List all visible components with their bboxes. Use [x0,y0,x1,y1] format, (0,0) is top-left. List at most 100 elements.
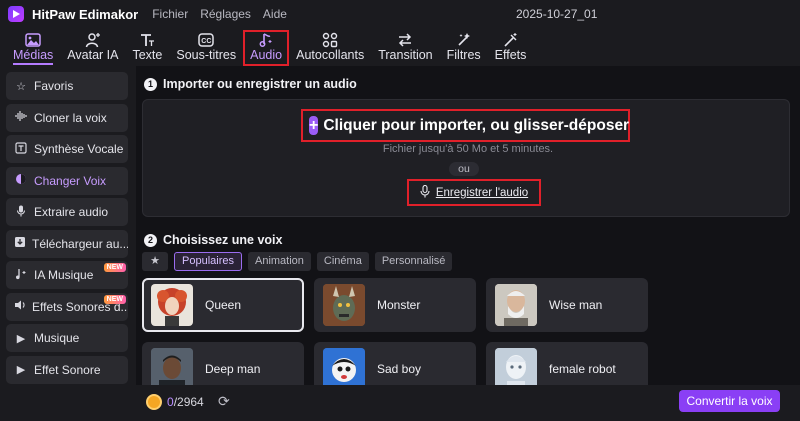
or-separator: ou [449,162,479,176]
credits-coin-icon [146,394,162,410]
voice-name: female robot [549,362,616,376]
plus-icon: + [309,116,319,135]
tab-sous-titres-label: Sous-titres [176,48,237,62]
voice-changer-panel: 1 Importer ou enregistrer un audio + Cli… [136,66,800,421]
tab-filtres[interactable]: Filtres [440,30,488,66]
tab-texte[interactable]: Texte [125,30,169,66]
wise-man-avatar [495,284,537,326]
tab-audio-label: Audio [250,48,283,62]
female-robot-avatar [495,348,537,388]
main-toolbar: Médias Avatar IA Texte CC Sous-titres Au… [0,28,800,66]
monster-avatar [323,284,365,326]
voice-card-sad-boy[interactable]: Sad boy [314,342,476,388]
microphone-icon [14,205,28,220]
sidebar-item-label: IA Musique [34,268,94,282]
sidebar-item-effets-sonores[interactable]: Effets Sonores d... NEW [6,292,128,321]
sidebar-item-musique[interactable]: ▶ Musique [6,324,128,352]
menu-aide[interactable]: Aide [263,7,287,21]
tab-medias[interactable]: Médias [6,30,60,66]
app-logo-icon [8,6,24,22]
text-to-speech-icon [14,141,28,157]
voice-card-female-robot[interactable]: female robot [486,342,648,388]
title-bar: HitPaw Edimakor Fichier Réglages Aide 20… [0,0,800,28]
sidebar-item-favoris[interactable]: ☆ Favoris [6,72,128,100]
tab-effets[interactable]: Effets [488,30,534,66]
sidebar-item-label: Musique [34,331,80,345]
import-audio-button[interactable]: + Cliquer pour importer, ou glisser-dépo… [301,109,630,142]
file-limit-note: Fichier jusqu'à 50 Mo et 5 minutes. [382,143,554,155]
tab-effets-label: Effets [494,48,527,62]
filter-animation[interactable]: Animation [247,252,311,271]
voice-card-grid: Queen Monster Wise man Deep man Sad boy … [142,278,800,388]
voice-name: Monster [377,298,421,312]
refresh-credits-icon[interactable]: ⟳ [218,393,230,410]
tab-autocollants[interactable]: Autocollants [289,30,371,66]
credits-counter: 0/2964 [167,395,204,409]
filter-personnalise[interactable]: Personnalisé [374,252,453,271]
filters-icon [454,32,474,48]
play-icon: ▶ [16,332,26,345]
credits-total: /2964 [173,395,204,409]
voice-section-title: Choisissez une voix [163,233,283,247]
deep-man-avatar [151,348,193,388]
tab-texte-label: Texte [132,48,163,62]
sidebar-item-synthese-vocale[interactable]: Synthèse Vocale [6,135,128,163]
tab-transition[interactable]: Transition [371,30,439,66]
credits-used: 0 [167,395,174,409]
voice-filter-chips: ★ Populaires Animation Cinéma Personnali… [142,252,458,271]
media-icon [23,32,43,48]
effects-icon [501,32,521,48]
stickers-icon [320,32,340,48]
microphone-icon [420,184,430,201]
voice-card-deep-man[interactable]: Deep man [142,342,304,388]
sidebar-item-label: Favoris [34,79,74,93]
import-section-heading: 1 Importer ou enregistrer un audio [144,77,357,91]
waveform-icon [14,110,28,125]
voice-section-heading: 2 Choisissez une voix [144,233,282,247]
filter-cinema[interactable]: Cinéma [316,252,369,271]
tab-sous-titres[interactable]: CC Sous-titres [169,30,243,66]
import-audio-label: Cliquer pour importer, ou glisser-dépose… [323,116,630,134]
tab-audio[interactable]: Audio [243,30,290,66]
filter-populaires[interactable]: Populaires [174,252,242,271]
sidebar-item-label: Changer Voix [34,173,107,188]
voice-name: Deep man [205,362,261,376]
bottom-action-bar: 0/2964 ⟳ Convertir la voix [136,385,800,421]
app-name: HitPaw Edimakor [32,6,139,22]
sidebar-item-extraire-audio[interactable]: Extraire audio [6,198,128,226]
sidebar-item-cloner-voix[interactable]: Cloner la voix [6,103,128,132]
voice-name: Wise man [549,298,603,312]
sidebar-item-telechargeur-audio[interactable]: Téléchargeur au... [6,229,128,258]
voice-name: Queen [205,298,242,312]
record-audio-button[interactable]: Enregistrer l'audio [407,179,541,206]
sidebar-item-label: Effet Sonore [34,362,101,377]
sidebar-item-label: Cloner la voix [34,110,107,125]
voice-card-monster[interactable]: Monster [314,278,476,332]
voice-card-wise-man[interactable]: Wise man [486,278,648,332]
step-number: 1 [144,77,157,91]
tab-filtres-label: Filtres [446,48,481,62]
sidebar-item-ia-musique[interactable]: IA Musique NEW [6,261,128,289]
voice-name: Sad boy [377,362,422,376]
text-icon [137,32,157,48]
sidebar-item-changer-voix[interactable]: Changer Voix [6,166,128,195]
step-number: 2 [144,233,157,247]
menu-reglages[interactable]: Réglages [200,7,251,21]
convert-voice-button[interactable]: Convertir la voix [679,390,780,412]
menu-fichier[interactable]: Fichier [152,7,188,21]
sidebar-item-label: Téléchargeur au... [32,236,128,251]
document-title: 2025-10-27_01 [516,7,598,21]
star-icon: ☆ [16,80,26,93]
sidebar-item-effet-sonore[interactable]: ▶ Effet Sonore [6,355,128,384]
voice-card-queen[interactable]: Queen [142,278,304,332]
download-icon [14,236,26,251]
sad-boy-avatar [323,348,365,388]
tab-avatar-ia[interactable]: Avatar IA [60,30,125,66]
new-badge: NEW [103,294,126,304]
tab-avatar-ia-label: Avatar IA [67,48,119,62]
record-audio-label: Enregistrer l'audio [435,186,529,199]
favorites-filter-star-icon[interactable]: ★ [142,252,168,271]
avatar-icon [83,32,103,48]
ai-music-icon [14,268,28,283]
sidebar-item-label: Extraire audio [34,205,109,219]
